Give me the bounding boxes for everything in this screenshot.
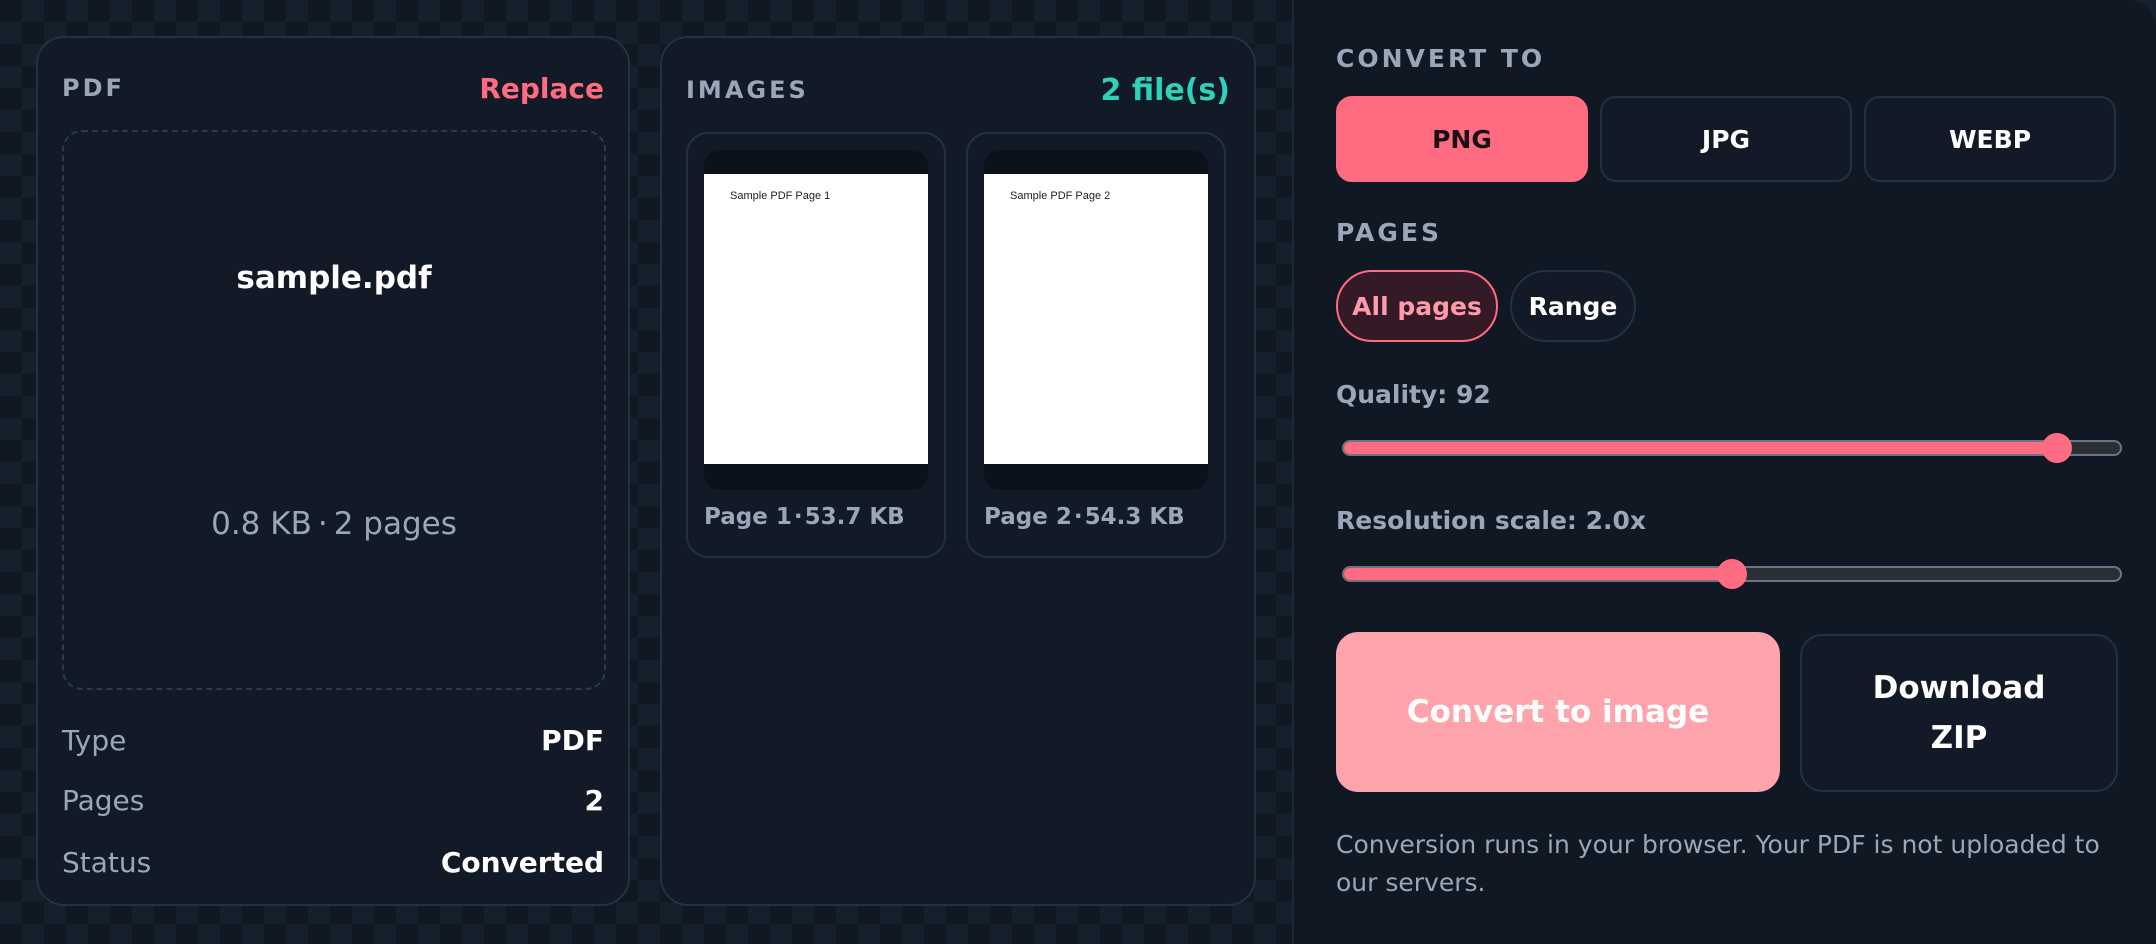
download-zip-button[interactable]: Download ZIP <box>1800 634 2118 792</box>
info-value-status: Converted <box>440 845 604 879</box>
resolution-slider-fill <box>1344 568 1732 580</box>
page-preview-text: Sample PDF Page 2 <box>1010 190 1111 202</box>
info-row-type: Type PDF <box>62 720 604 760</box>
page-preview-text: Sample PDF Page 1 <box>730 190 831 202</box>
info-value-pages: 2 <box>584 783 604 817</box>
format-jpg-button[interactable]: JPG <box>1600 96 1852 182</box>
caption-separator: · <box>1073 504 1083 530</box>
resolution-slider-thumb[interactable] <box>1717 559 1747 589</box>
thumb-file-size: 53.7 KB <box>804 504 905 530</box>
caption-separator: · <box>793 504 803 530</box>
convert-to-image-button[interactable]: Convert to image <box>1336 632 1780 792</box>
settings-panel: CONVERT TO PNG JPG WEBP PAGES All pages … <box>1292 0 2156 944</box>
file-name: sample.pdf <box>236 260 432 296</box>
pdf-card-title: PDF <box>62 74 125 102</box>
info-row-pages: Pages 2 <box>62 780 604 820</box>
info-label-pages: Pages <box>62 783 145 817</box>
all-pages-option[interactable]: All pages <box>1336 270 1498 342</box>
images-card: IMAGES 2 file(s) Sample PDF Page 1 Page … <box>660 36 1256 906</box>
pdf-card-header: PDF Replace <box>62 68 604 108</box>
info-row-status: Status Converted <box>62 842 604 882</box>
file-page-count: 2 pages <box>333 506 457 542</box>
info-value-type: PDF <box>541 723 604 757</box>
quality-slider-thumb[interactable] <box>2042 433 2073 463</box>
thumb-file-size: 54.3 KB <box>1084 504 1185 530</box>
file-meta: 0.8 KB · 2 pages <box>64 506 604 542</box>
thumb-page-label: Page 2 <box>984 504 1072 530</box>
file-count: 2 file(s) <box>1100 72 1230 108</box>
thumb-preview: Sample PDF Page 2 <box>984 150 1208 490</box>
page-preview-image: Sample PDF Page 1 <box>704 174 928 464</box>
thumb-caption: Page 2·54.3 KB <box>984 504 1185 530</box>
range-option[interactable]: Range <box>1510 270 1636 342</box>
pdf-card: PDF Replace sample.pdf 0.8 KB · 2 pages Ty… <box>36 36 630 906</box>
images-card-header: IMAGES 2 file(s) <box>686 70 1230 110</box>
file-size: 0.8 KB <box>211 506 312 542</box>
pages-label: PAGES <box>1336 218 1442 247</box>
page-preview-image: Sample PDF Page 2 <box>984 174 1208 464</box>
images-card-title: IMAGES <box>686 76 809 104</box>
resolution-slider[interactable] <box>1342 559 2122 589</box>
resolution-label: Resolution scale: 2.0x <box>1336 506 1647 535</box>
pdf-dropzone[interactable]: sample.pdf 0.8 KB · 2 pages <box>62 130 606 690</box>
privacy-note: Conversion runs in your browser. Your PD… <box>1336 830 2100 897</box>
replace-button[interactable]: Replace <box>479 72 604 105</box>
format-webp-button[interactable]: WEBP <box>1864 96 2116 182</box>
thumb-page-label: Page 1 <box>704 504 792 530</box>
quality-label: Quality: 92 <box>1336 380 1491 409</box>
quality-slider-fill <box>1344 442 2058 454</box>
image-thumb-page-2[interactable]: Sample PDF Page 2 Page 2·54.3 KB <box>966 132 1226 558</box>
format-png-button[interactable]: PNG <box>1336 96 1588 182</box>
info-label-type: Type <box>62 723 127 757</box>
meta-separator: · <box>317 506 328 542</box>
thumb-preview: Sample PDF Page 1 <box>704 150 928 490</box>
info-label-status: Status <box>62 845 152 879</box>
image-thumb-page-1[interactable]: Sample PDF Page 1 Page 1·53.7 KB <box>686 132 946 558</box>
quality-slider[interactable] <box>1342 433 2122 463</box>
convert-to-label: CONVERT TO <box>1336 44 1546 73</box>
thumb-caption: Page 1·53.7 KB <box>704 504 905 530</box>
